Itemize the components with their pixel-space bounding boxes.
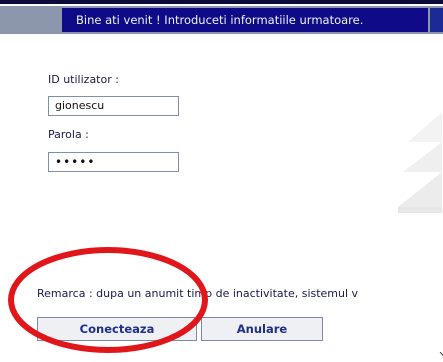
header-strip: Bine ati venit ! Introduceti informatiil… bbox=[0, 6, 443, 34]
password-input[interactable]: ••••• bbox=[48, 152, 179, 172]
cursor-mark: ↘ bbox=[438, 348, 443, 362]
top-rule-accent bbox=[60, 0, 443, 2]
user-id-input[interactable]: gionescu bbox=[48, 96, 179, 116]
password-label: Parola : bbox=[48, 128, 89, 141]
annotation-circle bbox=[8, 247, 208, 353]
header-right-edge bbox=[430, 8, 443, 32]
connect-button[interactable]: Conecteaza bbox=[37, 317, 197, 341]
welcome-banner: Bine ati venit ! Introduceti informatiil… bbox=[62, 8, 428, 32]
user-id-label: ID utilizator : bbox=[48, 73, 119, 86]
inactivity-note: Remarca : dupa un anumit timp de inactiv… bbox=[37, 287, 359, 300]
background-watermark-shape bbox=[398, 112, 442, 213]
cancel-button[interactable]: Anulare bbox=[201, 317, 323, 341]
